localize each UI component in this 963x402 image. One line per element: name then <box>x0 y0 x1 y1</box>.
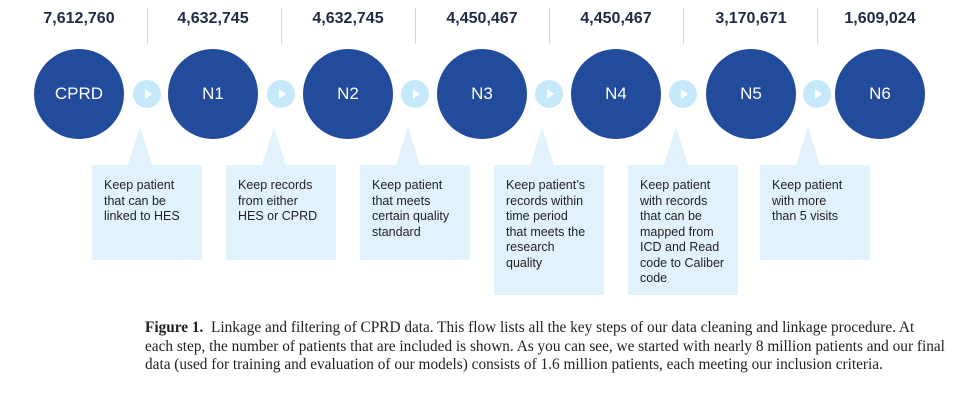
step-box-3: Keep patient that meets certain quality … <box>360 127 470 260</box>
node-label: N1 <box>202 84 224 103</box>
count-n3: 4,450,467 <box>446 10 518 27</box>
arrow-right-icon <box>535 80 563 108</box>
node-label: CPRD <box>54 84 104 103</box>
figure-caption: Figure 1. Linkage and filtering of CPRD … <box>145 319 945 375</box>
separator-line <box>415 8 416 44</box>
arrow-right-icon <box>267 80 295 108</box>
caption-label: Figure 1. <box>145 319 204 336</box>
step-box-2: Keep records from either HES or CPRD <box>226 127 336 260</box>
step-box-5: Keep patient with records that can be ma… <box>628 127 738 295</box>
separator-line <box>147 8 148 44</box>
step-text: Keep patient that can be linked to HES <box>104 178 180 223</box>
node-n5: N5 <box>706 49 796 139</box>
count-n6: 1,609,024 <box>844 10 916 27</box>
node-n6: N6 <box>835 49 925 139</box>
node-cprd: CPRD <box>34 49 124 139</box>
arrow-right-icon <box>401 80 429 108</box>
arrow-right-icon <box>133 80 161 108</box>
count-cprd: 7,612,760 <box>43 10 115 27</box>
node-label: N3 <box>471 84 493 103</box>
step-text: Keep patient’s records within time perio… <box>506 178 586 270</box>
count-n2: 4,632,745 <box>312 10 384 27</box>
step-text: Keep patient with records that can be ma… <box>640 178 725 285</box>
step-box-6: Keep patient with more than 5 visits <box>760 127 870 260</box>
node-label: N5 <box>740 84 762 103</box>
node-n1: N1 <box>168 49 258 139</box>
node-n4: N4 <box>571 49 661 139</box>
step-text: Keep patient with more than 5 visits <box>772 178 843 223</box>
node-label: N2 <box>337 84 359 103</box>
step-box-4: Keep patient’s records within time perio… <box>494 127 604 295</box>
arrow-right-icon <box>669 80 697 108</box>
arrow-right-icon <box>803 80 831 108</box>
count-n1: 4,632,745 <box>177 10 249 27</box>
separator-line <box>683 8 684 44</box>
count-n4: 4,450,467 <box>580 10 652 27</box>
separator-line <box>817 8 818 44</box>
step-text: Keep records from either HES or CPRD <box>238 178 318 223</box>
node-label: N6 <box>869 84 891 103</box>
node-label: N4 <box>605 84 627 103</box>
step-text: Keep patient that meets certain quality … <box>372 178 450 239</box>
node-n2: N2 <box>303 49 393 139</box>
caption-text: Linkage and filtering of CPRD data. This… <box>145 319 945 373</box>
step-box-1: Keep patient that can be linked to HES <box>92 127 202 260</box>
count-n5: 3,170,671 <box>715 10 787 27</box>
node-n3: N3 <box>437 49 527 139</box>
separator-line <box>281 8 282 44</box>
separator-line <box>549 8 550 44</box>
